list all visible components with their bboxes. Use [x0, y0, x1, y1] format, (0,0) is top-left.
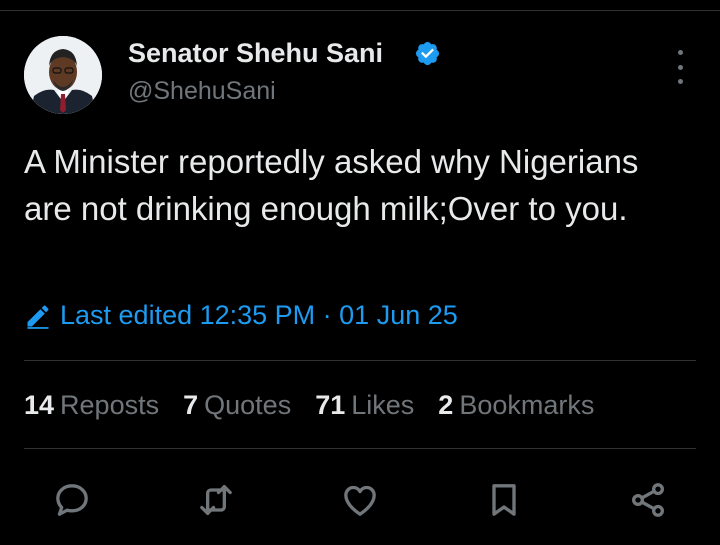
edited-label: Last edited 12:35 PM · 01 Jun 25 — [60, 300, 458, 330]
share-icon — [632, 483, 664, 517]
verified-badge-icon[interactable] — [414, 40, 441, 67]
likes-count: 71 — [315, 390, 346, 420]
share-button[interactable] — [620, 472, 676, 528]
quotes-label: Quotes — [204, 390, 292, 420]
bookmarks-label: Bookmarks — [459, 390, 595, 420]
edited-timestamp-link[interactable]: Last edited 12:35 PM · 01 Jun 25 — [24, 300, 458, 331]
pencil-icon — [27, 304, 49, 329]
reposts-stat[interactable]: 14 Reposts — [24, 390, 159, 421]
action-bar — [0, 472, 720, 528]
likes-stat[interactable]: 71 Likes — [315, 390, 414, 421]
avatar[interactable] — [24, 36, 102, 114]
author-display-name[interactable]: Senator Shehu Sani — [128, 38, 383, 69]
likes-label: Likes — [351, 390, 415, 420]
reply-icon — [56, 484, 88, 516]
reposts-count: 14 — [24, 390, 55, 420]
quotes-count: 7 — [183, 390, 199, 420]
divider — [24, 360, 696, 361]
repost-button[interactable] — [188, 472, 244, 528]
bookmarks-count: 2 — [438, 390, 454, 420]
reposts-label: Reposts — [60, 390, 160, 420]
avatar-image — [24, 36, 102, 114]
author-handle[interactable]: @ShehuSani — [128, 77, 276, 106]
like-icon — [344, 485, 376, 516]
reply-button[interactable] — [44, 472, 100, 528]
bookmark-icon — [492, 484, 516, 516]
repost-icon — [200, 485, 232, 515]
tweet-text: A Minister reportedly asked why Nigerian… — [24, 143, 639, 227]
more-dot — [677, 79, 683, 84]
more-dot — [677, 50, 683, 55]
bookmarks-stat[interactable]: 2 Bookmarks — [438, 390, 594, 421]
top-divider — [0, 10, 720, 11]
more-options-icon[interactable] — [664, 50, 696, 84]
divider — [24, 448, 696, 449]
engagement-stats: 14 Reposts 7 Quotes 71 Likes 2 Bookmarks — [24, 390, 618, 421]
quotes-stat[interactable]: 7 Quotes — [183, 390, 291, 421]
bookmark-button[interactable] — [476, 472, 532, 528]
like-button[interactable] — [332, 472, 388, 528]
more-dot — [677, 64, 683, 70]
